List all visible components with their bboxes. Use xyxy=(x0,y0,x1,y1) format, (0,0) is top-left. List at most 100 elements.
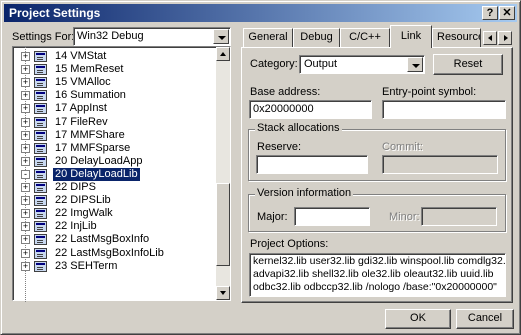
tree-item-label: 22 DIPSLib xyxy=(55,194,111,207)
tab-link[interactable]: Link xyxy=(390,25,432,48)
base-address-label: Base address: xyxy=(250,86,321,98)
tree-item-label: 15 VMAlloc xyxy=(55,76,111,89)
tree-item[interactable]: +17 MMFShare xyxy=(13,129,213,142)
expand-icon[interactable]: + xyxy=(21,91,30,101)
expand-icon[interactable]: + xyxy=(21,235,30,245)
project-icon xyxy=(34,116,47,128)
project-icon xyxy=(34,195,47,207)
project-icon xyxy=(34,234,47,246)
expand-icon[interactable]: + xyxy=(21,183,30,192)
tree-item-label: 17 FileRev xyxy=(55,115,108,128)
reset-button[interactable]: Reset xyxy=(433,54,503,75)
settings-for-combo[interactable]: Win32 Debug xyxy=(73,27,231,46)
tab-resource[interactable]: Resource xyxy=(432,28,481,47)
tree-item-label: 22 DIPS xyxy=(55,181,96,193)
version-information-title: Version information xyxy=(255,187,354,199)
scroll-up-button[interactable] xyxy=(216,47,230,61)
tree-item-label: 17 MMFSparse xyxy=(55,141,131,154)
tree-item[interactable]: +16 Summation xyxy=(13,89,213,102)
project-icon xyxy=(34,208,47,220)
major-input[interactable] xyxy=(294,207,370,226)
tree-item-label: 15 MemReset xyxy=(55,63,124,76)
arrow-left-icon xyxy=(488,35,492,41)
expand-icon[interactable]: + xyxy=(21,104,30,114)
expand-icon[interactable]: + xyxy=(21,65,30,75)
expand-icon[interactable]: + xyxy=(21,222,30,232)
tree-item[interactable]: +17 FileRev xyxy=(13,116,213,129)
tree-item[interactable]: +15 VMAlloc xyxy=(13,76,213,89)
arrow-down-icon xyxy=(220,291,226,295)
tree-item[interactable]: +22 LastMsgBoxInfo xyxy=(13,233,213,246)
expand-icon[interactable]: + xyxy=(21,196,30,206)
tree-item[interactable]: +22 DIPSLib xyxy=(13,194,213,207)
help-button[interactable]: ? xyxy=(482,6,498,20)
expand-icon[interactable]: + xyxy=(21,156,30,166)
tree-item[interactable]: +22 LastMsgBoxInfoLib xyxy=(13,247,213,260)
settings-for-dropdown-button[interactable] xyxy=(213,29,229,44)
tree-item-label: 17 AppInst xyxy=(55,102,107,115)
entry-point-input[interactable] xyxy=(382,100,506,119)
title-bar[interactable]: Project Settings ? ✕ xyxy=(4,4,517,22)
project-options-line: advapi32.lib shell32.lib ole32.lib oleau… xyxy=(253,268,494,280)
tree-item-label: 22 ImgWalk xyxy=(55,207,113,220)
tree-item[interactable]: +14 VMStat xyxy=(13,50,213,63)
tree-item[interactable]: +20 DelayLoadApp xyxy=(13,155,213,168)
tree-item-label: 16 Summation xyxy=(55,89,126,102)
tree-item[interactable]: +23 SEHTerm xyxy=(13,260,213,273)
project-icon xyxy=(34,64,47,76)
tab-cpp[interactable]: C/C++ xyxy=(340,28,390,47)
expand-icon[interactable]: + xyxy=(21,248,30,258)
project-icon xyxy=(34,103,47,115)
project-icon xyxy=(34,168,47,180)
reserve-input[interactable] xyxy=(256,155,368,174)
project-icon xyxy=(34,142,47,154)
category-combo[interactable]: Output xyxy=(299,55,425,74)
entry-point-label: Entry-point symbol: xyxy=(382,86,477,98)
tree-item-label: 20 DelayLoadLib xyxy=(53,167,140,181)
project-icon xyxy=(34,182,47,193)
project-icon xyxy=(34,51,47,62)
ok-button[interactable]: OK xyxy=(385,309,451,329)
expand-icon[interactable]: + xyxy=(21,209,30,219)
version-information-group: Version information Major: Minor: xyxy=(248,187,506,232)
project-icon xyxy=(34,155,47,167)
category-dropdown-button[interactable] xyxy=(407,57,423,72)
scroll-thumb[interactable] xyxy=(216,183,230,266)
base-address-input[interactable]: 0x20000000 xyxy=(249,100,372,119)
project-icon xyxy=(34,221,47,233)
tree-item[interactable]: +22 ImgWalk xyxy=(13,207,213,220)
commit-label: Commit: xyxy=(382,141,423,153)
project-options-line: kernel32.lib user32.lib gdi32.lib winspo… xyxy=(253,255,506,267)
tab-scroll-left-button[interactable] xyxy=(483,31,497,45)
project-options-line: odbc32.lib odbccp32.lib /nologo /base:"0… xyxy=(253,281,497,293)
tree-item[interactable]: +17 AppInst xyxy=(13,102,213,115)
category-label: Category: xyxy=(250,58,298,70)
cancel-button[interactable]: Cancel xyxy=(456,309,514,329)
expand-icon[interactable]: + xyxy=(21,52,30,61)
tree-item[interactable]: +22 DIPS xyxy=(13,181,213,194)
tab-general[interactable]: General xyxy=(243,28,293,47)
expand-icon[interactable]: + xyxy=(21,117,30,127)
tree-item[interactable]: +17 MMFSparse xyxy=(13,142,213,155)
project-icon xyxy=(34,129,47,141)
project-options-textarea[interactable]: kernel32.lib user32.lib gdi32.lib winspo… xyxy=(249,253,506,297)
expand-icon[interactable]: + xyxy=(21,78,30,88)
project-tree[interactable]: +14 VMStat +15 MemReset +15 VMAlloc +16 Sum… xyxy=(12,46,231,302)
tree-item[interactable]: +15 MemReset xyxy=(13,63,213,76)
close-button[interactable]: ✕ xyxy=(499,6,515,20)
collapse-icon[interactable]: - xyxy=(21,169,30,179)
tree-item[interactable]: +22 InjLib xyxy=(13,220,213,233)
tree-item[interactable]: - 20 DelayLoadLib xyxy=(13,167,213,181)
reserve-label: Reserve: xyxy=(257,141,302,153)
chevron-down-icon xyxy=(412,64,420,68)
settings-for-value: Win32 Debug xyxy=(77,30,144,42)
expand-icon[interactable]: + xyxy=(21,261,30,271)
tab-scroll-right-button[interactable] xyxy=(498,31,512,45)
expand-icon[interactable]: + xyxy=(21,130,30,140)
tab-debug[interactable]: Debug xyxy=(293,28,340,47)
expand-icon[interactable]: + xyxy=(21,143,30,153)
tree-vertical-scrollbar[interactable] xyxy=(216,47,230,300)
scroll-down-button[interactable] xyxy=(216,286,230,300)
chevron-down-icon xyxy=(218,36,226,40)
tree-item-label: 14 VMStat xyxy=(55,50,107,62)
